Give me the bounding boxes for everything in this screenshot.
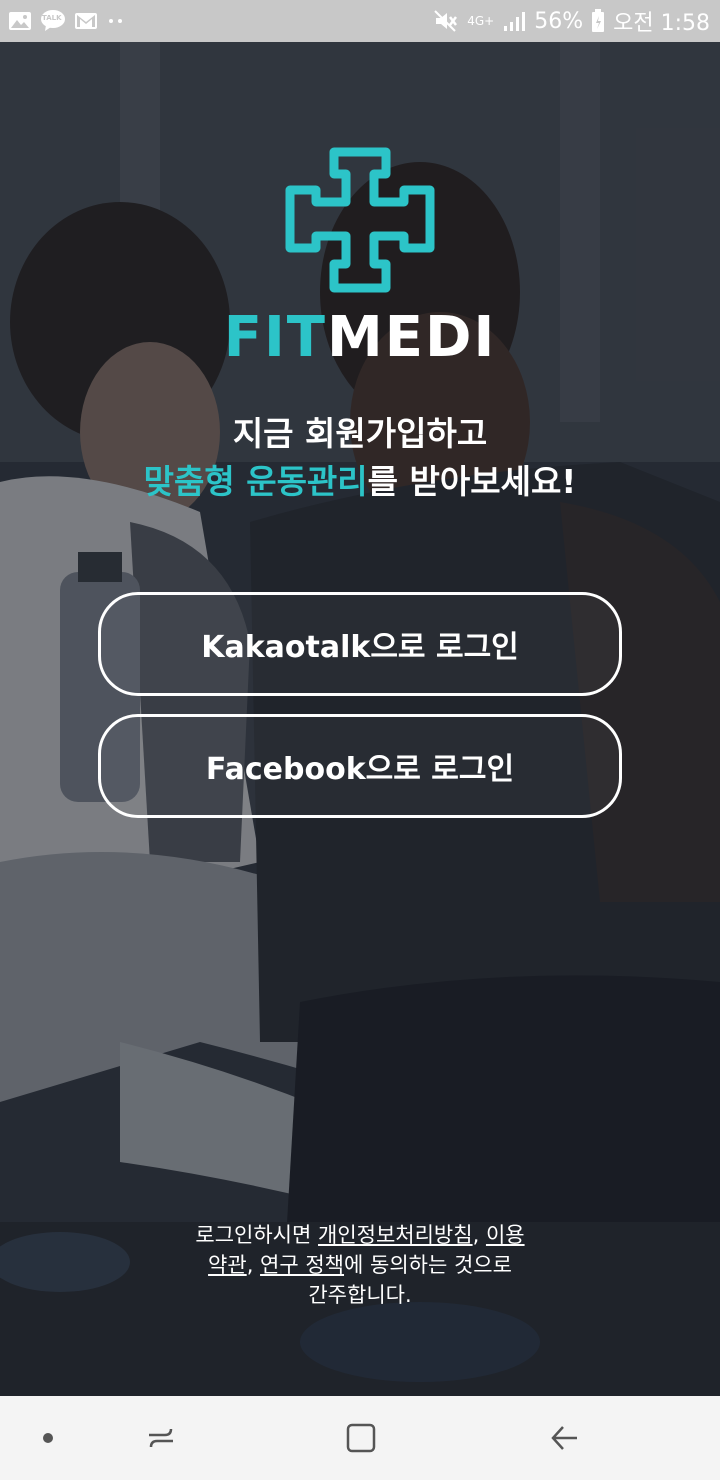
back-arrow-icon[interactable] (540, 1396, 590, 1480)
status-left: TALK (8, 9, 126, 33)
gmail-icon (74, 11, 98, 31)
mute-icon (433, 9, 459, 33)
headline-line1: 지금 회원가입하고 (232, 414, 488, 453)
battery-icon (591, 9, 605, 33)
status-right: 4G+ 56% 오전 1:58 (433, 5, 710, 37)
logo-medi: MEDI (326, 305, 497, 370)
terms-line2: 약관, 연구 정책에 동의하는 것으로 (0, 1250, 720, 1280)
headline-line2: 맞춤형 운동관리를 받아보세요! (0, 458, 720, 506)
home-square-icon[interactable] (336, 1396, 386, 1480)
terms-suffix2: 에 동의하는 것으로 (344, 1253, 512, 1277)
signal-icon (502, 10, 526, 32)
facebook-login-button[interactable]: Facebook으로 로그인 (98, 714, 622, 818)
terms-notice: 로그인하시면 개인정보처리방침, 이용 약관, 연구 정책에 동의하는 것으로 … (0, 1220, 720, 1310)
fitmedi-logo-text: FITMEDI (0, 308, 720, 368)
terms-of-use-link-part1[interactable]: 이용 (486, 1223, 525, 1247)
terms-sep2: , (246, 1253, 261, 1277)
network-label: 4G+ (467, 14, 495, 28)
terms-of-use-link-part2[interactable]: 약관 (208, 1253, 247, 1277)
status-bar: TALK 4G+ 56% 오전 1:58 (0, 0, 720, 42)
logo-fit: FIT (223, 305, 327, 370)
more-dots-icon (106, 17, 126, 25)
privacy-policy-link[interactable]: 개인정보처리방침 (318, 1223, 473, 1247)
fitmedi-logo-icon (282, 144, 438, 296)
clock: 오전 1:58 (613, 11, 710, 36)
headline-accent: 맞춤형 운동관리 (143, 462, 368, 501)
gallery-icon (8, 10, 32, 32)
recent-apps-icon[interactable] (136, 1396, 186, 1480)
terms-line3: 간주합니다. (308, 1283, 412, 1307)
terms-line1: 로그인하시면 개인정보처리방침, 이용 (0, 1220, 720, 1250)
home-dot-icon[interactable] (28, 1396, 68, 1480)
talk-icon: TALK (40, 9, 66, 33)
research-policy-link[interactable]: 연구 정책 (260, 1253, 344, 1277)
headline-rest: 를 받아보세요! (367, 462, 577, 501)
terms-sep1: , (472, 1223, 486, 1247)
kakao-login-button[interactable]: Kakaotalk으로 로그인 (98, 592, 622, 696)
terms-prefix: 로그인하시면 (195, 1223, 319, 1247)
system-nav-bar (0, 1396, 720, 1480)
talk-label: TALK (42, 14, 62, 22)
headline: 지금 회원가입하고 맞춤형 운동관리를 받아보세요! (0, 410, 720, 506)
battery-percent: 56% (534, 8, 584, 34)
